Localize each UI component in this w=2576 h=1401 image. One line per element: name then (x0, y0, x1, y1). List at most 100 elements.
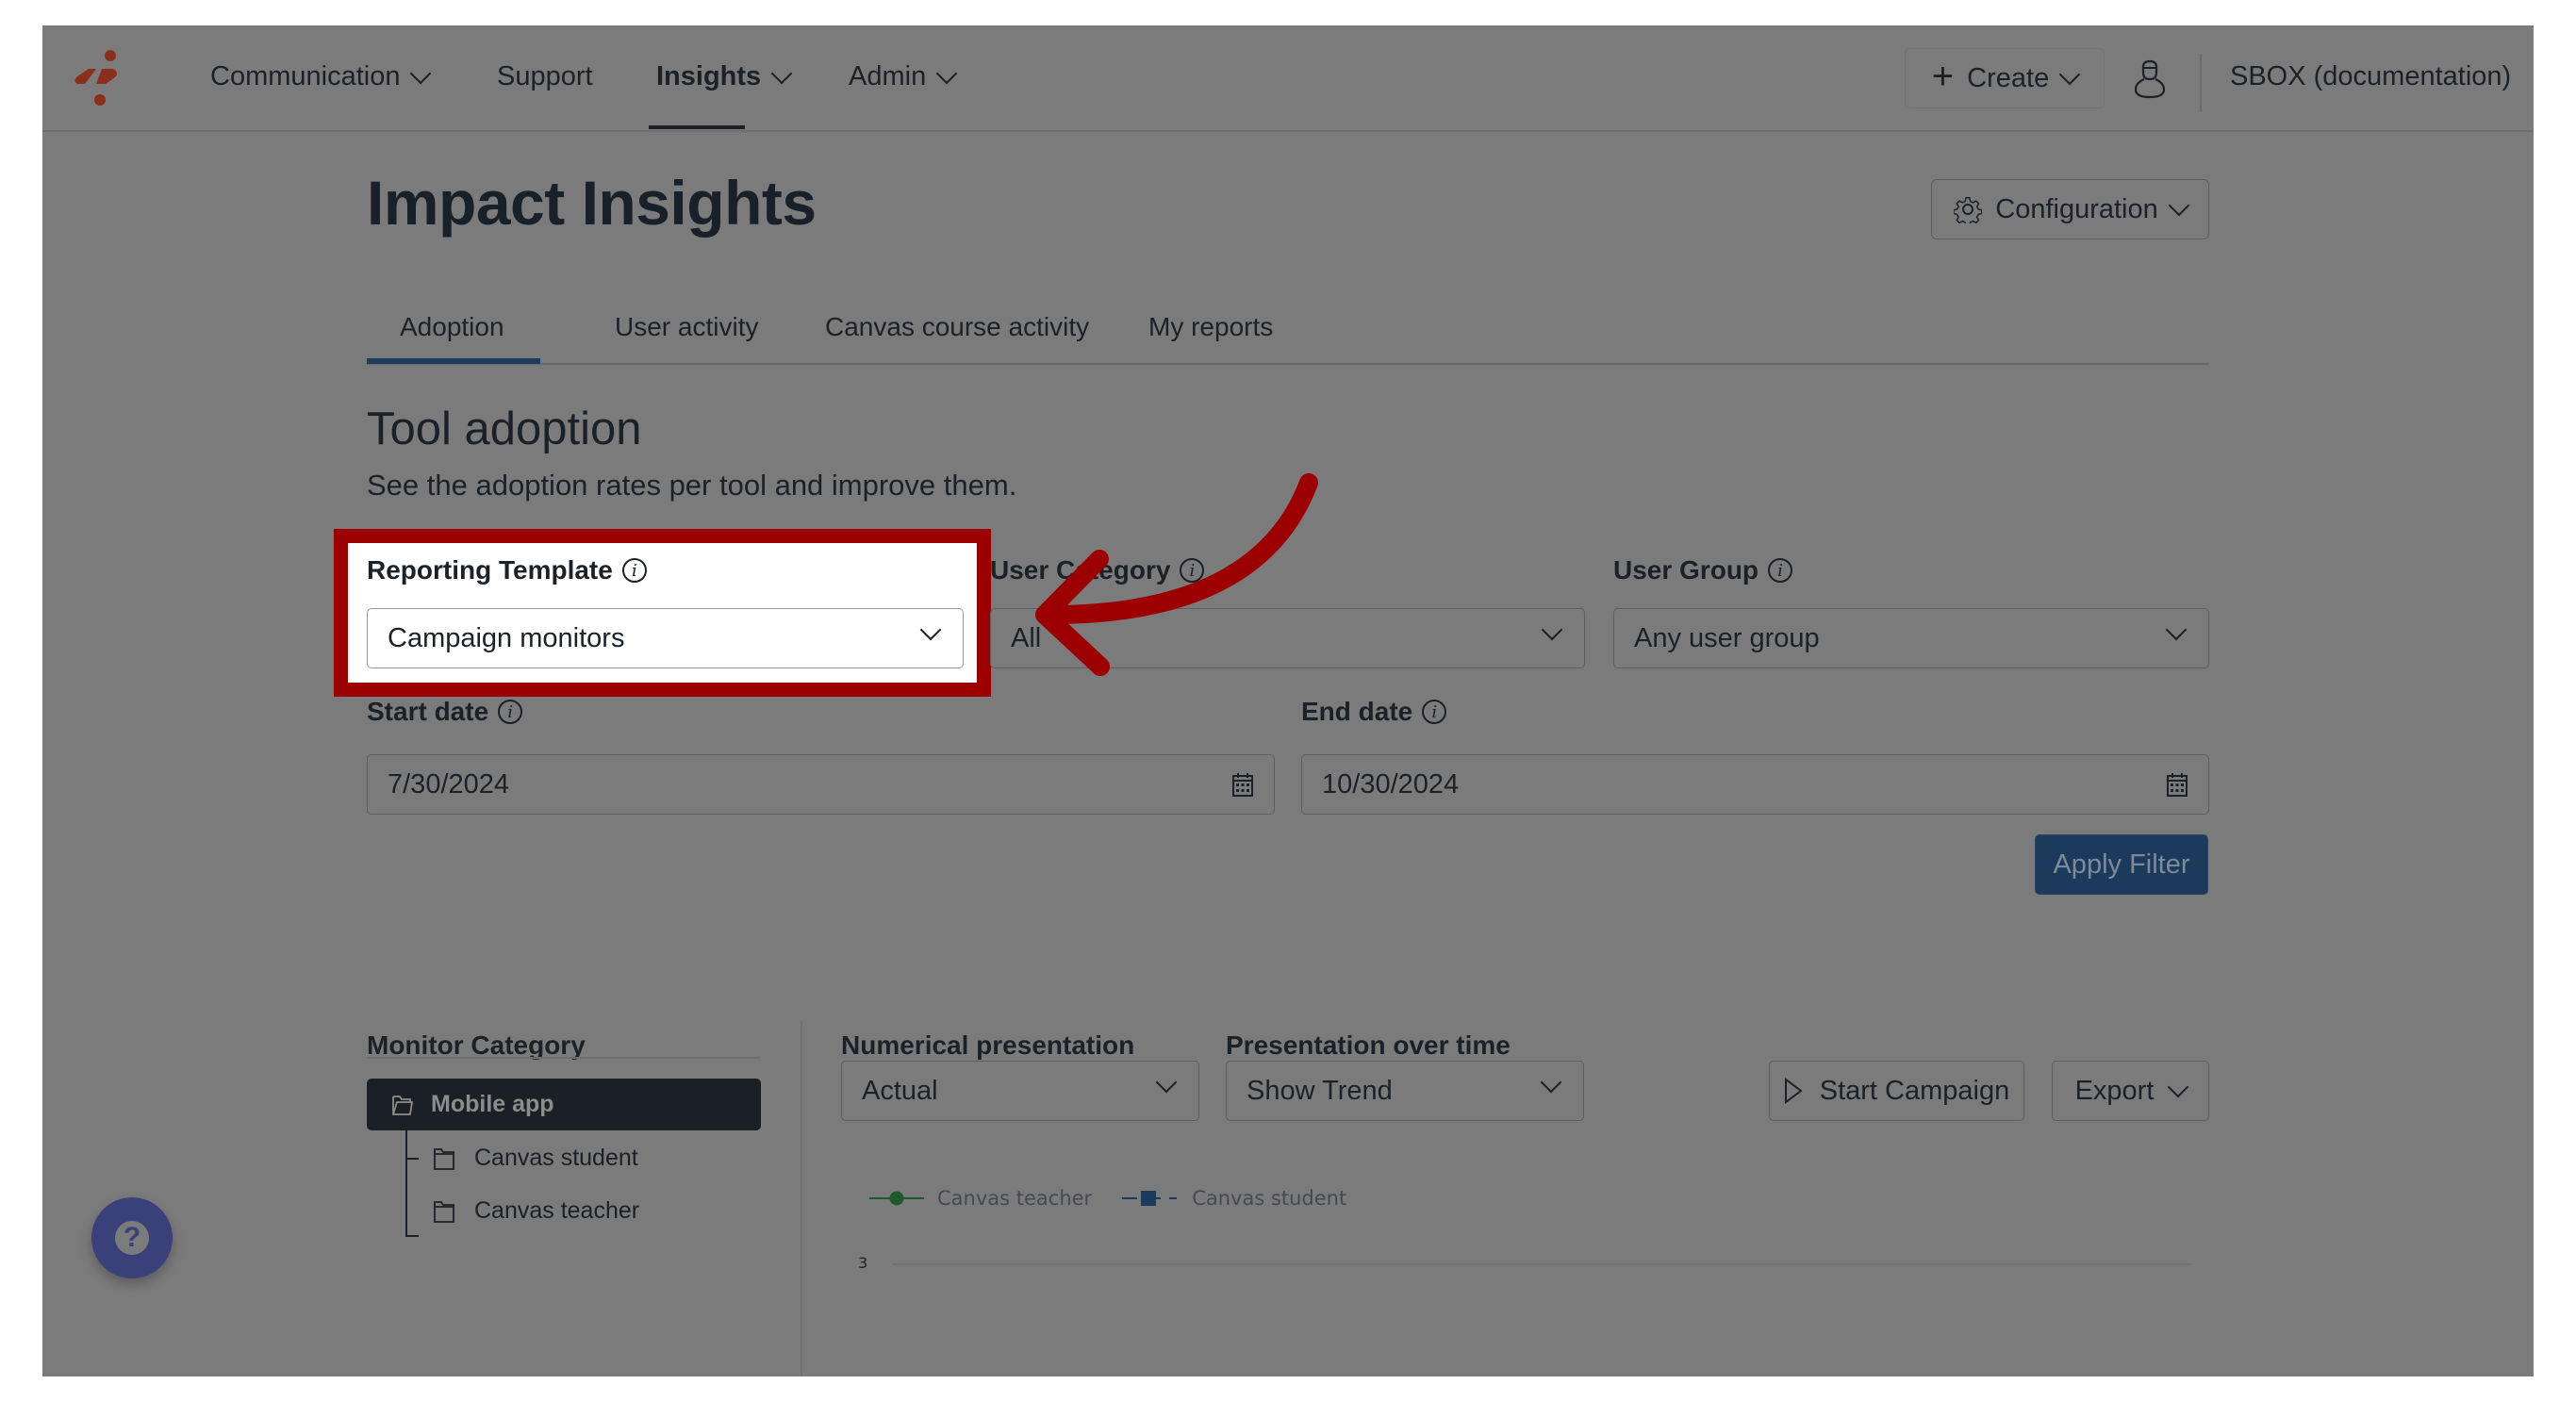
tab-my-reports[interactable]: My reports (1148, 312, 1273, 342)
folder-icon (434, 1147, 454, 1170)
tree-connector (405, 1235, 419, 1237)
start-date-value: 7/30/2024 (388, 768, 510, 799)
user-profile-icon[interactable] (2134, 59, 2166, 99)
chevron-down-icon (919, 618, 942, 641)
help-button[interactable]: ? (91, 1197, 173, 1278)
app-frame: Communication Support Insights Admin + C… (42, 25, 2534, 1376)
chevron-down-icon (2058, 63, 2081, 86)
configuration-label: Configuration (1995, 193, 2158, 224)
nav-admin-label: Admin (849, 61, 927, 91)
gear-icon (1954, 197, 1983, 223)
user-group-select[interactable]: Any user group (1613, 608, 2209, 668)
info-icon[interactable]: i (498, 700, 523, 724)
create-label: Create (1967, 62, 2050, 93)
top-nav: Communication Support Insights Admin + C… (42, 25, 2534, 132)
tree-item-canvas-teacher[interactable]: Canvas teacher (433, 1197, 639, 1225)
chevron-down-icon (1155, 1071, 1178, 1094)
user-group-value: Any user group (1634, 622, 1820, 653)
plus-icon: + (1931, 56, 1955, 97)
end-date-input[interactable]: 10/30/2024 (1301, 754, 2209, 815)
end-date-label: End date i (1301, 697, 1447, 727)
legend-item-canvas-teacher[interactable]: Canvas teacher (937, 1187, 1092, 1210)
presentation-over-time-value: Show Trend (1247, 1075, 1393, 1106)
calendar-icon[interactable] (2167, 772, 2188, 797)
tree-connector (405, 1130, 407, 1236)
start-date-label: Start date i (367, 697, 523, 727)
nav-insights-label: Insights (656, 61, 762, 91)
nav-insights[interactable]: Insights (656, 61, 793, 92)
legend-item-canvas-student[interactable]: Canvas student (1192, 1187, 1346, 1210)
presentation-over-time-label: Presentation over time (1226, 1030, 1511, 1060)
apply-filter-button[interactable]: Apply Filter (2035, 834, 2208, 895)
section-title: Tool adoption (367, 404, 642, 454)
configuration-button[interactable]: Configuration (1931, 179, 2209, 239)
chevron-down-icon (935, 62, 958, 84)
legend-marker-square (1122, 1191, 1178, 1206)
user-category-select[interactable]: All (990, 608, 1585, 668)
nav-support-label: Support (497, 61, 593, 91)
chart-legend: Canvas teacher Canvas student (869, 1187, 1346, 1210)
chevron-down-icon (2165, 618, 2188, 641)
legend-marker-circle (869, 1191, 924, 1206)
info-icon[interactable]: i (1422, 700, 1447, 724)
user-category-value: All (1011, 622, 1042, 653)
create-button[interactable]: + Create (1905, 48, 2105, 108)
reporting-template-label: Reporting Template i (367, 555, 647, 585)
play-icon (1784, 1078, 1803, 1104)
user-category-label: User Category i (990, 555, 1205, 585)
tree-item-mobile-app[interactable]: Mobile app (367, 1079, 761, 1130)
end-date-value: 10/30/2024 (1322, 768, 1460, 799)
account-label: SBOX (documentation) (2230, 61, 2512, 91)
start-campaign-label: Start Campaign (1819, 1075, 2010, 1106)
user-group-label: User Group i (1613, 555, 1793, 585)
numerical-presentation-select[interactable]: Actual (841, 1061, 1199, 1121)
tab-user-activity[interactable]: User activity (615, 312, 758, 342)
tree-connector (405, 1158, 419, 1160)
tab-canvas-course-activity[interactable]: Canvas course activity (825, 312, 1089, 342)
tree-item-label: Canvas teacher (474, 1197, 640, 1224)
export-button[interactable]: Export (2052, 1061, 2209, 1121)
export-label: Export (2074, 1075, 2155, 1106)
nav-communication-label: Communication (210, 61, 401, 91)
tree-item-label: Canvas student (474, 1145, 638, 1171)
calendar-icon[interactable] (1232, 772, 1253, 797)
nav-active-indicator (649, 125, 745, 129)
info-icon[interactable]: i (1768, 558, 1793, 583)
panel-divider (801, 1020, 802, 1376)
tree-item-canvas-student[interactable]: Canvas student (433, 1145, 638, 1172)
start-campaign-button[interactable]: Start Campaign (1769, 1061, 2024, 1121)
presentation-over-time-select[interactable]: Show Trend (1226, 1061, 1584, 1121)
brand-logo[interactable] (68, 48, 124, 107)
chevron-down-icon (2168, 194, 2190, 217)
chevron-down-icon (2168, 1076, 2189, 1098)
chevron-down-icon (410, 62, 432, 84)
numerical-presentation-label: Numerical presentation (841, 1030, 1135, 1060)
start-date-input[interactable]: 7/30/2024 (367, 754, 1275, 815)
nav-divider (2200, 54, 2202, 112)
reporting-template-select[interactable]: Campaign monitors (367, 608, 964, 668)
nav-communication[interactable]: Communication (210, 61, 432, 92)
info-icon[interactable]: i (1180, 558, 1205, 583)
tab-bar: Adoption User activity Canvas course act… (367, 308, 2209, 365)
info-icon[interactable]: i (621, 558, 647, 583)
user-category-label-text: User Category (990, 555, 1171, 585)
numerical-presentation-value: Actual (862, 1075, 938, 1106)
nav-admin[interactable]: Admin (849, 61, 958, 92)
reporting-template-label-text: Reporting Template (367, 555, 613, 585)
tree-item-mobile-app-label: Mobile app (431, 1091, 554, 1117)
nav-support[interactable]: Support (497, 61, 593, 92)
chevron-down-icon (1540, 1071, 1562, 1094)
folder-open-icon (392, 1095, 414, 1115)
section-subtitle: See the adoption rates per tool and impr… (367, 469, 1017, 502)
reporting-template-value: Campaign monitors (388, 622, 625, 653)
chevron-down-icon (1541, 618, 1563, 641)
user-group-label-text: User Group (1613, 555, 1759, 585)
question-icon: ? (115, 1221, 149, 1255)
monitor-divider (367, 1057, 761, 1059)
chevron-down-icon (770, 62, 793, 84)
account-switcher[interactable]: SBOX (documentation) (2230, 61, 2511, 92)
folder-icon (434, 1200, 454, 1223)
tab-adoption[interactable]: Adoption (400, 312, 504, 342)
y-axis-tick: 3 (858, 1254, 868, 1272)
page-title: Impact Insights (367, 168, 817, 238)
